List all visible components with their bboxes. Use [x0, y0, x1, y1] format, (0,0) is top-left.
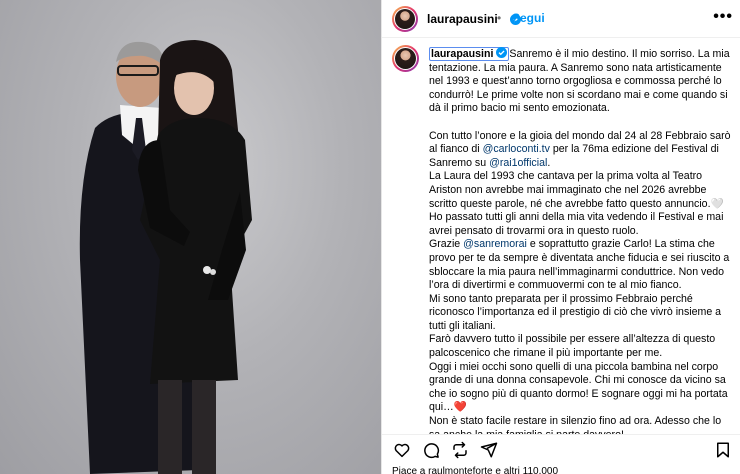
- caption-paragraph-5: Grazie @sanremorai e soprattutto grazie …: [429, 238, 730, 292]
- post-photo[interactable]: [0, 0, 381, 474]
- caption-section: laurapausini Sanremo è il mio destino. Il…: [382, 39, 740, 434]
- follow-button[interactable]: Segui: [512, 11, 545, 25]
- caption-paragraph-8: Oggi i miei occhi sono quelli di una pic…: [429, 360, 728, 414]
- comment-icon[interactable]: [422, 441, 440, 459]
- caption-paragraph-4: Ho passato tutti gli anni della mia vita…: [429, 211, 724, 237]
- header-separator: •: [497, 11, 502, 25]
- caption-paragraph-3: La Laura del 1993 che cantava per la pri…: [429, 170, 724, 210]
- caption-paragraph-9: Non è stato facile restare in silenzio f…: [429, 415, 722, 434]
- caption-paragraph-7: Farò davvero tutto il possibile per esse…: [429, 333, 716, 360]
- caption-gap: [429, 116, 732, 130]
- header-avatar[interactable]: [392, 6, 418, 32]
- send-icon[interactable]: [480, 441, 498, 459]
- more-options-icon[interactable]: •••: [713, 8, 733, 26]
- caption-paragraph-2: Con tutto l’onore e la gioia del mondo d…: [429, 129, 731, 169]
- heart-icon[interactable]: [393, 441, 411, 459]
- caption-username[interactable]: laurapausini: [429, 47, 510, 61]
- post-detail-panel: laurapausini • Segui ••• laurapausini San…: [381, 0, 740, 474]
- post-header: laurapausini • Segui •••: [382, 0, 740, 38]
- mention-rai1official[interactable]: @rai1official: [489, 157, 547, 169]
- action-bar: [382, 434, 740, 464]
- caption-text: laurapausini Sanremo è il mio destino. Il…: [429, 47, 732, 434]
- mention-carloconti[interactable]: @carloconti.tv: [483, 143, 550, 155]
- mention-sanremorai[interactable]: @sanremorai: [463, 238, 527, 250]
- bookmark-icon[interactable]: [714, 441, 732, 459]
- photo-illustration: [79, 40, 252, 474]
- caption-paragraph-6: Mi sono tanto preparata per il prossimo …: [429, 292, 722, 332]
- header-username[interactable]: laurapausini: [427, 12, 498, 26]
- caption-paragraph-1: laurapausini Sanremo è il mio destino. Il…: [429, 47, 730, 115]
- verified-badge-icon: [496, 47, 508, 58]
- repost-icon[interactable]: [451, 441, 469, 459]
- likes-summary[interactable]: Piace a raulmonteforte e altri 110.000: [392, 466, 732, 474]
- caption-avatar[interactable]: [392, 45, 419, 72]
